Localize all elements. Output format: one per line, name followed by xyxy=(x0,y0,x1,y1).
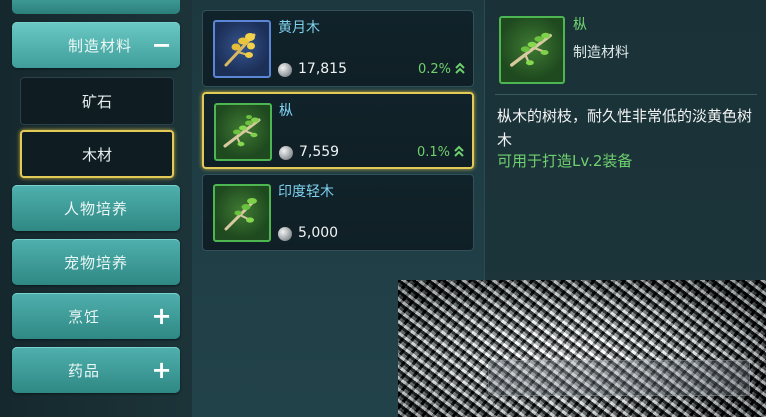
item-card-balsa-wood[interactable]: 印度轻木 5,000 xyxy=(202,174,474,251)
silver-coin-icon xyxy=(278,63,292,77)
subcategory-ore-button[interactable]: 矿石 xyxy=(20,77,174,125)
obscured-region xyxy=(398,280,766,417)
detail-item-type: 制造材料 xyxy=(573,45,629,61)
detail-item-name: 枞 xyxy=(573,17,587,33)
category-cooking-button[interactable]: 烹饪 + xyxy=(12,293,180,339)
category-label: 制造材料 xyxy=(68,36,133,55)
item-price: 7,559 xyxy=(299,144,340,160)
subcategory-label: 木材 xyxy=(81,145,112,164)
category-label: 药品 xyxy=(68,361,101,380)
detail-usage: 可用于打造Lv.2装备 xyxy=(497,152,633,170)
expand-icon: + xyxy=(151,302,173,330)
item-card-yellow-moon-wood[interactable]: 黄月木 17,815 0.2% xyxy=(202,10,474,87)
price-up-arrow-icon xyxy=(454,145,464,157)
category-character-growth-button[interactable]: 人物培养 xyxy=(12,185,180,231)
category-pet-growth-button[interactable]: 宠物培养 xyxy=(12,239,180,285)
golden-branch-icon xyxy=(213,20,271,78)
subcategory-wood-button[interactable]: 木材 xyxy=(20,130,174,178)
silver-coin-icon xyxy=(278,227,292,241)
leafy-branch-icon xyxy=(499,16,565,84)
detail-description: 枞木的树枝，耐久性非常低的淡黄色树木 xyxy=(497,107,753,149)
expand-icon: + xyxy=(151,356,173,384)
item-price: 17,815 xyxy=(298,61,347,77)
subcategory-label: 矿石 xyxy=(81,92,112,111)
category-label: 烹饪 xyxy=(68,307,101,326)
category-panel: 制造材料 − 矿石 木材 人物培养 宠物培养 烹饪 + 药品 + xyxy=(0,0,192,417)
obscured-action-button[interactable] xyxy=(488,360,750,396)
category-scroll-top-button[interactable] xyxy=(12,0,180,14)
noise-texture xyxy=(398,280,766,417)
divider xyxy=(495,94,757,95)
leafy-branch-icon xyxy=(214,103,272,161)
silver-coin-icon xyxy=(279,146,293,160)
item-name: 黄月木 xyxy=(278,20,320,36)
collapse-icon: − xyxy=(151,31,173,59)
category-crafting-materials-button[interactable]: 制造材料 − xyxy=(12,22,180,68)
item-price: 5,000 xyxy=(298,225,339,241)
item-card-fir[interactable]: 枞 7,559 0.1% xyxy=(202,92,474,169)
category-label: 人物培养 xyxy=(63,199,128,218)
item-name: 印度轻木 xyxy=(278,184,334,200)
price-up-arrow-icon xyxy=(455,62,465,74)
leafy-branch-icon xyxy=(213,184,271,242)
category-label: 宠物培养 xyxy=(63,253,128,272)
item-name: 枞 xyxy=(279,103,293,119)
category-medicine-button[interactable]: 药品 + xyxy=(12,347,180,393)
price-change: 0.2% xyxy=(417,62,451,77)
price-change: 0.1% xyxy=(416,145,450,160)
